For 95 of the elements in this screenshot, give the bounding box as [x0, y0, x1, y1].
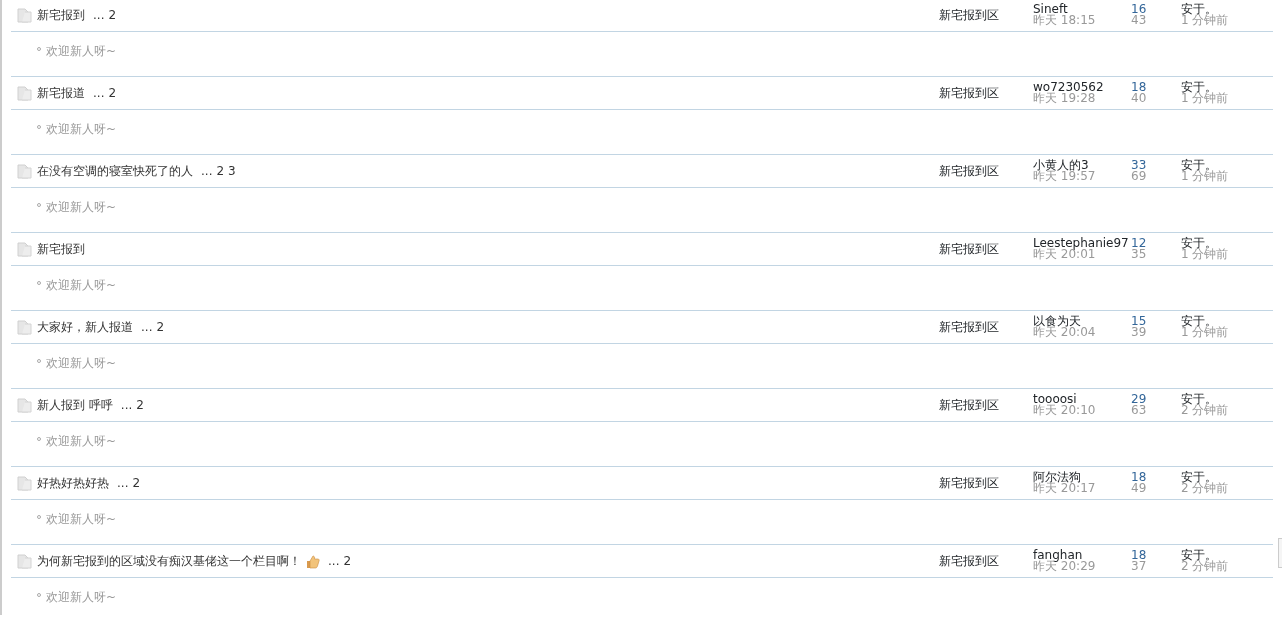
ellipsis: ...	[328, 553, 340, 570]
view-count: 40	[1131, 93, 1148, 104]
post-date: 昨天 20:17	[1033, 483, 1097, 494]
post-date: 昨天 18:15	[1033, 15, 1097, 26]
reply-count[interactable]: 33	[1131, 160, 1181, 171]
document-icon	[16, 553, 32, 569]
thread-summary: 欢迎新人呀~	[46, 433, 117, 450]
ellipsis: ...	[93, 85, 105, 102]
post-date: 昨天 20:29	[1033, 561, 1097, 572]
last-poster-link[interactable]: 安于。	[1181, 82, 1273, 93]
view-count: 69	[1131, 171, 1148, 182]
last-reply-time: 2 分钟前	[1181, 561, 1230, 572]
thread-title-link[interactable]: 新宅报到	[37, 240, 85, 258]
page-link[interactable]: 2	[156, 318, 165, 336]
view-count: 63	[1131, 405, 1148, 416]
reply-count[interactable]: 18	[1131, 472, 1181, 483]
forum-link[interactable]: 新宅报到区	[939, 84, 1033, 102]
last-reply-time: 2 分钟前	[1181, 483, 1230, 494]
forum-link[interactable]: 新宅报到区	[939, 6, 1033, 24]
forum-link[interactable]: 新宅报到区	[939, 162, 1033, 180]
ellipsis: ...	[93, 7, 105, 24]
author-link[interactable]: fanghan	[1033, 550, 1131, 561]
ellipsis: ...	[117, 475, 129, 492]
document-icon	[16, 7, 32, 23]
post-date: 昨天 20:01	[1033, 249, 1096, 260]
post-date: 昨天 19:28	[1033, 93, 1096, 104]
page-link[interactable]: 3	[228, 162, 236, 180]
last-poster-link[interactable]: 安于。	[1181, 4, 1273, 15]
thread-summary: 欢迎新人呀~	[46, 277, 117, 294]
page-link[interactable]: 2	[216, 162, 225, 180]
thread-summary: 欢迎新人呀~	[46, 589, 117, 606]
author-link[interactable]: wo7230562	[1033, 82, 1131, 93]
last-poster-link[interactable]: 安于。	[1181, 238, 1273, 249]
last-reply-time: 1 分钟前	[1181, 93, 1230, 104]
document-icon	[16, 241, 32, 257]
thread-title-link[interactable]: 好热好热好热	[37, 474, 109, 492]
author-link[interactable]: 小黄人的3	[1033, 160, 1131, 171]
view-count: 39	[1131, 327, 1148, 338]
author-link[interactable]: Sineft	[1033, 4, 1131, 15]
view-count: 43	[1131, 15, 1148, 26]
page-link[interactable]: 2	[136, 396, 144, 414]
thread-title-link[interactable]: 在没有空调的寝室快死了的人	[37, 162, 193, 180]
thread-summary: 欢迎新人呀~	[46, 121, 117, 138]
thread-summary: 欢迎新人呀~	[46, 355, 117, 372]
forum-link[interactable]: 新宅报到区	[939, 474, 1033, 492]
reply-count[interactable]: 15	[1131, 316, 1181, 327]
view-count: 49	[1131, 483, 1148, 494]
page-link[interactable]: 2	[132, 474, 141, 492]
document-icon	[16, 163, 32, 179]
forum-link[interactable]: 新宅报到区	[939, 552, 1033, 570]
ellipsis: ...	[120, 397, 133, 414]
ellipsis: ...	[201, 163, 213, 180]
last-poster-link[interactable]: 安于。	[1181, 316, 1273, 327]
reply-count[interactable]: 18	[1131, 550, 1181, 561]
thread-title-link[interactable]: 新宅报到	[37, 6, 85, 24]
post-date: 昨天 20:10	[1033, 405, 1097, 416]
document-icon	[16, 397, 32, 413]
post-date: 昨天 19:57	[1033, 171, 1097, 182]
author-link[interactable]: 以食为天	[1033, 316, 1131, 327]
forum-link[interactable]: 新宅报到区	[939, 396, 1033, 414]
view-count: 35	[1131, 249, 1148, 260]
page-link[interactable]: 2	[108, 6, 117, 24]
last-reply-time: 2 分钟前	[1181, 405, 1230, 416]
author-link[interactable]: Leestephanie97	[1033, 238, 1131, 249]
page-link[interactable]: 2	[108, 84, 117, 102]
forum-link[interactable]: 新宅报到区	[939, 318, 1033, 336]
thread-title-link[interactable]: 新人报到 呼呼	[37, 396, 113, 414]
last-reply-time: 1 分钟前	[1181, 15, 1230, 26]
thread-title-link[interactable]: 新宅报道	[37, 84, 85, 102]
thread-summary: 欢迎新人呀~	[46, 43, 117, 60]
ellipsis: ...	[141, 319, 153, 336]
last-poster-link[interactable]: 安于。	[1181, 394, 1273, 405]
forum-link[interactable]: 新宅报到区	[939, 240, 1033, 258]
view-count: 37	[1131, 561, 1148, 572]
page-link[interactable]: 2	[343, 552, 352, 570]
thread-summary: 欢迎新人呀~	[46, 199, 117, 216]
thread-title-link[interactable]: 大家好，新人报道	[37, 318, 133, 336]
reply-count[interactable]: 29	[1131, 394, 1181, 405]
last-reply-time: 1 分钟前	[1181, 327, 1230, 338]
reply-count[interactable]: 18	[1131, 82, 1181, 93]
last-poster-link[interactable]: 安于。	[1181, 472, 1273, 483]
author-link[interactable]: toooosi	[1033, 394, 1131, 405]
reply-count[interactable]: 16	[1131, 4, 1181, 15]
last-poster-link[interactable]: 安于。	[1181, 160, 1273, 171]
last-poster-link[interactable]: 安于。	[1181, 550, 1273, 561]
document-icon	[16, 319, 32, 335]
document-icon	[16, 85, 32, 101]
document-icon	[16, 475, 32, 491]
reply-count[interactable]: 12	[1131, 238, 1181, 249]
author-link[interactable]: 阿尔法狗	[1033, 472, 1131, 483]
post-date: 昨天 20:04	[1033, 327, 1097, 338]
thread-summary: 欢迎新人呀~	[46, 511, 117, 528]
thread-title-link[interactable]: 为何新宅报到的区域没有痴汉基佬这一个栏目啊！	[37, 552, 301, 570]
last-reply-time: 1 分钟前	[1181, 249, 1230, 260]
last-reply-time: 1 分钟前	[1181, 171, 1230, 182]
